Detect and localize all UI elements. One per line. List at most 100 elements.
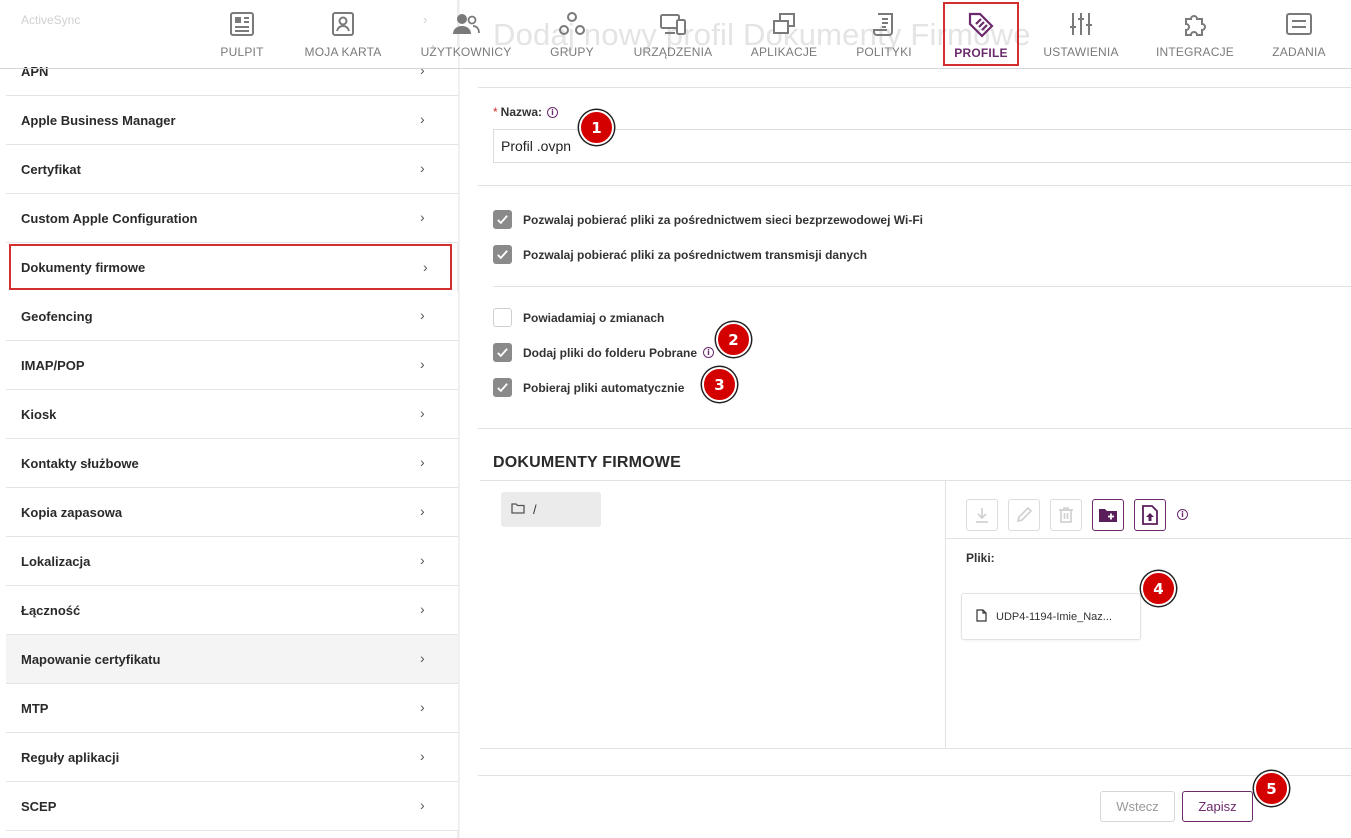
save-button[interactable]: Zapisz: [1182, 791, 1253, 822]
trash-icon: [1059, 507, 1073, 523]
checkbox-add-to-downloads[interactable]: Dodaj pliki do folderu Pobrane i: [493, 343, 715, 362]
upload-file-button[interactable]: [1134, 499, 1166, 531]
checkbox-mobile-data-download[interactable]: Pozwalaj pobierać pliki za pośrednictwem…: [493, 245, 867, 264]
sidebar-item-label: Apple Business Manager: [21, 112, 176, 128]
checkbox-label: Pobieraj pliki automatycznie: [523, 380, 685, 395]
groups-icon: [557, 9, 587, 39]
users-icon: [451, 9, 481, 39]
chevron-right-icon: ›: [420, 307, 425, 323]
checkbox-notify-changes[interactable]: Powiadamiaj o zmianach: [493, 308, 664, 327]
top-navigation: PULPIT MOJA KARTA UŻYTKOWNICY GRUPY URZĄ…: [0, 0, 1351, 69]
nav-aplikacje[interactable]: APLIKACJE: [750, 3, 818, 65]
nav-uzytkownicy[interactable]: UŻYTKOWNICY: [418, 3, 514, 65]
nav-pulpit[interactable]: PULPIT: [212, 3, 272, 65]
sidebar-item-label: Lokalizacja: [21, 553, 91, 569]
edit-button[interactable]: [1008, 499, 1040, 531]
sidebar-item-geofencing[interactable]: Geofencing ›: [6, 292, 458, 341]
sidebar-item-kiosk[interactable]: Kiosk ›: [6, 390, 458, 439]
folder-icon: [511, 502, 525, 517]
sidebar-item-scep[interactable]: SCEP ›: [6, 782, 458, 831]
profile-type-sidebar: ActiveSync › APN › Apple Business Manager…: [0, 0, 460, 838]
info-icon[interactable]: i: [1177, 509, 1188, 520]
profile-form: * Nazwa: i Pozwalaj pobierać pliki za po…: [478, 69, 1351, 838]
chevron-right-icon: ›: [420, 503, 425, 519]
checkbox-checked[interactable]: [493, 210, 512, 229]
chevron-right-icon: ›: [420, 650, 425, 666]
sidebar-item-lacznosc[interactable]: Łączność ›: [6, 586, 458, 635]
nav-label: PULPIT: [220, 45, 264, 59]
info-icon[interactable]: i: [547, 106, 559, 118]
sliders-icon: [1066, 9, 1096, 39]
pencil-icon: [1016, 506, 1033, 523]
devices-icon: [658, 9, 688, 39]
annotation-badge-4: 4: [1141, 571, 1176, 606]
sidebar-item-lokalizacja[interactable]: Lokalizacja ›: [6, 537, 458, 586]
folder-root[interactable]: /: [501, 492, 601, 527]
checkbox-checked[interactable]: [493, 343, 512, 362]
nav-label: ZADANIA: [1272, 45, 1326, 59]
nav-zadania[interactable]: ZADANIA: [1268, 3, 1330, 65]
sidebar-item-custom-apple-configuration[interactable]: Custom Apple Configuration ›: [6, 194, 458, 243]
nav-label: URZĄDZENIA: [633, 45, 713, 59]
annotation-badge-1: 1: [579, 110, 614, 145]
checkbox-label: Powiadamiaj o zmianach: [523, 310, 665, 325]
nav-label: MOJA KARTA: [304, 45, 382, 59]
file-item[interactable]: UDP4-1194-Imie_Naz...: [961, 593, 1141, 640]
download-button[interactable]: [966, 499, 998, 531]
profile-tag-icon: [966, 10, 996, 40]
nav-divider: [0, 68, 1351, 69]
sidebar-item-label: SCEP: [21, 798, 57, 814]
nav-label: INTEGRACJE: [1156, 45, 1235, 59]
nav-label: USTAWIENIA: [1043, 45, 1119, 59]
nav-label: PROFILE: [954, 46, 1008, 60]
sidebar-item-certyfikat[interactable]: Certyfikat ›: [6, 145, 458, 194]
sidebar-item-label: MTP: [21, 700, 49, 716]
name-field[interactable]: [493, 129, 1351, 163]
nav-urzadzenia[interactable]: URZĄDZENIA: [630, 3, 716, 65]
chevron-right-icon: ›: [420, 601, 425, 617]
id-card-icon: [328, 9, 358, 39]
sidebar-item-mapowanie-certyfikatu[interactable]: Mapowanie certyfikatu ›: [6, 635, 458, 684]
nav-ustawienia[interactable]: USTAWIENIA: [1040, 3, 1122, 65]
sidebar-item-label: Custom Apple Configuration: [21, 210, 198, 226]
nav-moja-karta[interactable]: MOJA KARTA: [302, 3, 384, 65]
divider: [478, 185, 1351, 186]
sidebar-item-apple-business-manager[interactable]: Apple Business Manager ›: [6, 96, 458, 145]
nav-polityki[interactable]: POLITYKI: [852, 3, 916, 65]
sidebar-item-reguly-aplikacji[interactable]: Reguły aplikacji ›: [6, 733, 458, 782]
annotation-badge-2: 2: [716, 322, 751, 357]
folder-name: /: [533, 502, 537, 517]
name-label-text: Nazwa:: [500, 105, 543, 119]
sidebar-item-mtp[interactable]: MTP ›: [6, 684, 458, 733]
checkbox-unchecked[interactable]: [493, 308, 512, 327]
tasks-icon: [1284, 9, 1314, 39]
checkbox-label: Pozwalaj pobierać pliki za pośrednictwem…: [523, 247, 868, 262]
chevron-right-icon: ›: [420, 454, 425, 470]
files-label: Pliki:: [966, 551, 995, 565]
chevron-right-icon: ›: [420, 111, 425, 127]
sidebar-item-label: Mapowanie certyfikatu: [21, 651, 161, 667]
checkbox-wifi-download[interactable]: Pozwalaj pobierać pliki za pośrednictwem…: [493, 210, 923, 229]
sidebar-item-imap-pop[interactable]: IMAP/POP ›: [6, 341, 458, 390]
checkbox-auto-download[interactable]: Pobieraj pliki automatycznie: [493, 378, 684, 397]
divider: [478, 87, 1351, 88]
file-icon: [976, 608, 987, 625]
sidebar-item-dokumenty-firmowe[interactable]: Dokumenty firmowe ›: [9, 244, 452, 290]
sidebar-item-kontakty-sluzbowe[interactable]: Kontakty służbowe ›: [6, 439, 458, 488]
nav-grupy[interactable]: GRUPY: [546, 3, 598, 65]
nav-integracje[interactable]: INTEGRACJE: [1156, 3, 1234, 65]
delete-button[interactable]: [1050, 499, 1082, 531]
nav-profile[interactable]: PROFILE: [943, 2, 1019, 66]
annotation-badge-5: 5: [1254, 771, 1289, 806]
back-button[interactable]: Wstecz: [1100, 791, 1175, 822]
new-folder-button[interactable]: [1092, 499, 1124, 531]
download-icon: [976, 508, 988, 523]
checkbox-checked[interactable]: [493, 245, 512, 264]
chevron-right-icon: ›: [420, 209, 425, 225]
sidebar-item-kopia-zapasowa[interactable]: Kopia zapasowa ›: [6, 488, 458, 537]
sidebar-item-label: IMAP/POP: [21, 357, 85, 373]
checkbox-checked[interactable]: [493, 378, 512, 397]
divider: [946, 538, 1351, 539]
info-icon[interactable]: i: [703, 347, 715, 358]
name-label: * Nazwa: i: [493, 105, 559, 119]
